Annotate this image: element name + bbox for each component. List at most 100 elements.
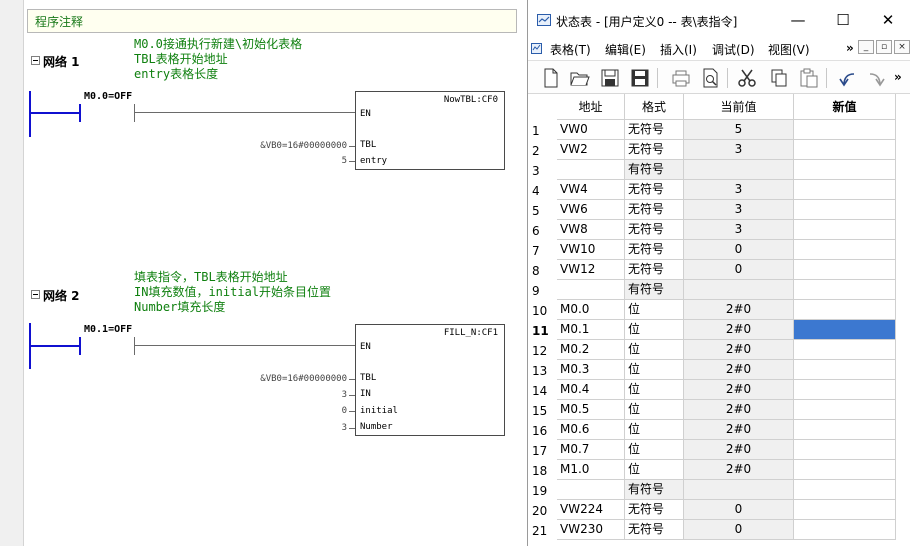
address-cell[interactable]: M1.0: [557, 460, 625, 480]
column-header-address[interactable]: 地址: [557, 94, 625, 120]
address-cell[interactable]: M0.3: [557, 360, 625, 380]
network-2-comment[interactable]: 填表指令，TBL表格开始地址 IN填充数值，initial开始条目位置 Number…: [134, 270, 331, 315]
menu-overflow-button[interactable]: »: [846, 41, 854, 55]
network-1-contact-right[interactable]: [134, 104, 135, 122]
new-file-icon[interactable]: [540, 67, 562, 89]
address-cell[interactable]: VW10: [557, 240, 625, 260]
address-cell[interactable]: VW0: [557, 120, 625, 140]
network-1-contact-left[interactable]: [79, 104, 81, 122]
format-cell[interactable]: 无符号: [625, 240, 684, 260]
format-cell[interactable]: 位: [625, 300, 684, 320]
open-folder-icon[interactable]: [569, 67, 591, 89]
network-2-param-initial[interactable]: 0: [200, 406, 347, 416]
undo-icon[interactable]: [836, 67, 858, 89]
address-cell[interactable]: M0.1: [557, 320, 625, 340]
address-cell[interactable]: VW230: [557, 520, 625, 540]
network-1-comment[interactable]: M0.0接通执行新建\初始化表格 TBL表格开始地址 entry表格长度: [134, 37, 302, 82]
network-2-param-number[interactable]: 3: [200, 423, 347, 433]
format-cell[interactable]: 有符号: [625, 160, 684, 180]
address-cell[interactable]: M0.7: [557, 440, 625, 460]
new-value-cell[interactable]: [794, 400, 896, 420]
program-comment-box[interactable]: 程序注释: [27, 9, 517, 33]
close-button[interactable]: ✕: [866, 6, 910, 34]
network-2-contact-left[interactable]: [79, 337, 81, 355]
mdi-minimize-button[interactable]: _: [858, 40, 874, 54]
format-cell[interactable]: 有符号: [625, 280, 684, 300]
mdi-close-button[interactable]: ×: [894, 40, 910, 54]
status-table[interactable]: 地址 格式 当前值 新值 1 VW0 无符号 5 2 VW2 无符号 3 3 有符号 4 VW4 无符号…: [528, 94, 910, 546]
minimize-button[interactable]: —: [776, 6, 820, 34]
format-cell[interactable]: 位: [625, 460, 684, 480]
format-cell[interactable]: 无符号: [625, 140, 684, 160]
print-icon[interactable]: [670, 67, 692, 89]
save-icon[interactable]: [599, 67, 621, 89]
address-cell[interactable]: [557, 480, 625, 500]
new-value-cell[interactable]: [794, 320, 896, 340]
format-cell[interactable]: 无符号: [625, 120, 684, 140]
format-cell[interactable]: 位: [625, 400, 684, 420]
address-cell[interactable]: M0.2: [557, 340, 625, 360]
ladder-editor[interactable]: 程序注释 网络 1 M0.0接通执行新建\初始化表格 TBL表格开始地址 entry…: [0, 0, 527, 546]
new-value-cell[interactable]: [794, 360, 896, 380]
address-cell[interactable]: M0.5: [557, 400, 625, 420]
column-header-format[interactable]: 格式: [625, 94, 684, 120]
format-cell[interactable]: 位: [625, 380, 684, 400]
new-value-cell[interactable]: [794, 380, 896, 400]
new-value-cell[interactable]: [794, 340, 896, 360]
network-2-contact-right[interactable]: [134, 337, 135, 355]
collapse-network-2-icon[interactable]: [31, 290, 40, 299]
network-2-param-tbl[interactable]: &VB0=16#00000000: [200, 374, 347, 384]
address-cell[interactable]: VW6: [557, 200, 625, 220]
format-cell[interactable]: 位: [625, 320, 684, 340]
new-value-cell[interactable]: [794, 200, 896, 220]
address-cell[interactable]: VW224: [557, 500, 625, 520]
address-cell[interactable]: [557, 160, 625, 180]
new-value-cell[interactable]: [794, 280, 896, 300]
print-preview-icon[interactable]: [700, 67, 722, 89]
save-all-icon[interactable]: [629, 67, 651, 89]
status-chart-window[interactable]: 状态表 - [用户定义0 -- 表\表指令] — ☐ ✕ 表格(T) 编辑(E)…: [527, 0, 910, 546]
new-value-cell[interactable]: [794, 460, 896, 480]
column-header-current-value[interactable]: 当前值: [684, 94, 794, 120]
menu-debug[interactable]: 调试(D): [712, 41, 755, 58]
new-value-cell[interactable]: [794, 500, 896, 520]
new-value-cell[interactable]: [794, 260, 896, 280]
new-value-cell[interactable]: [794, 220, 896, 240]
format-cell[interactable]: 无符号: [625, 260, 684, 280]
new-value-cell[interactable]: [794, 140, 896, 160]
new-value-cell[interactable]: [794, 240, 896, 260]
address-cell[interactable]: VW2: [557, 140, 625, 160]
cut-icon[interactable]: [736, 67, 758, 89]
collapse-network-1-icon[interactable]: [31, 56, 40, 65]
new-value-cell[interactable]: [794, 420, 896, 440]
address-cell[interactable]: VW8: [557, 220, 625, 240]
address-cell[interactable]: [557, 280, 625, 300]
child-window-icon[interactable]: [531, 43, 542, 54]
menu-insert[interactable]: 插入(I): [660, 41, 697, 58]
format-cell[interactable]: 无符号: [625, 520, 684, 540]
address-cell[interactable]: M0.4: [557, 380, 625, 400]
address-cell[interactable]: M0.0: [557, 300, 625, 320]
network-1-param-tbl[interactable]: &VB0=16#00000000: [200, 141, 347, 151]
paste-icon[interactable]: [798, 67, 820, 89]
format-cell[interactable]: 无符号: [625, 220, 684, 240]
menu-view[interactable]: 视图(V): [768, 41, 810, 58]
column-header-new-value[interactable]: 新值: [794, 94, 896, 120]
address-cell[interactable]: VW12: [557, 260, 625, 280]
new-value-cell[interactable]: [794, 300, 896, 320]
address-cell[interactable]: M0.6: [557, 420, 625, 440]
format-cell[interactable]: 位: [625, 440, 684, 460]
new-value-cell[interactable]: [794, 160, 896, 180]
new-value-cell[interactable]: [794, 440, 896, 460]
mdi-restore-button[interactable]: ▫: [876, 40, 892, 54]
network-1-param-entry[interactable]: 5: [200, 156, 347, 166]
format-cell[interactable]: 有符号: [625, 480, 684, 500]
format-cell[interactable]: 无符号: [625, 180, 684, 200]
redo-icon[interactable]: [866, 67, 888, 89]
new-value-cell[interactable]: [794, 120, 896, 140]
menu-edit[interactable]: 编辑(E): [605, 41, 646, 58]
copy-icon[interactable]: [768, 67, 790, 89]
network-2-param-in[interactable]: 3: [200, 390, 347, 400]
format-cell[interactable]: 无符号: [625, 200, 684, 220]
network-1-instruction-box[interactable]: NowTBL:CF0 EN TBL entry: [355, 91, 505, 170]
